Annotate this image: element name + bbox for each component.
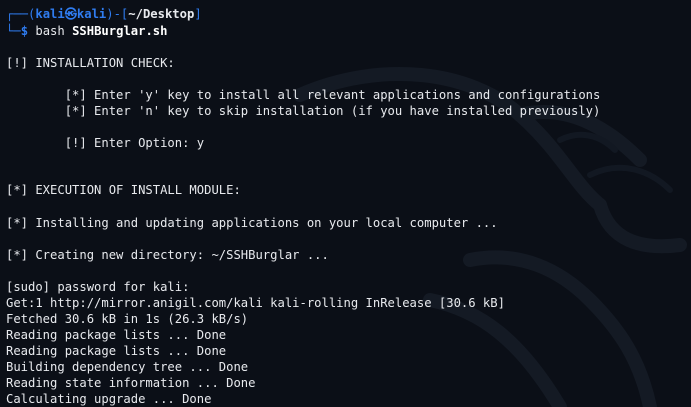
output-line: Get:1 http://mirror.anigil.com/kali kali… xyxy=(6,296,505,310)
output-line: Calculating upgrade ... Done xyxy=(6,392,212,406)
output-line: Reading package lists ... Done xyxy=(6,328,227,342)
output-line: [sudo] password for kali: xyxy=(6,280,190,294)
prompt-corner-bottom: └─ xyxy=(6,24,21,38)
prompt-corner: ┌──( xyxy=(6,7,36,21)
output-line: [!] Enter Option: y xyxy=(6,136,205,150)
command-argument: SSHBurglar.sh xyxy=(72,24,168,38)
prompt-dollar: $ xyxy=(20,24,29,38)
output-line: Reading package lists ... Done xyxy=(6,344,227,358)
prompt-path: ~/Desktop xyxy=(128,7,195,21)
output-line: [*] Enter 'y' key to install all relevan… xyxy=(6,88,601,102)
output-line: [*] EXECUTION OF INSTALL MODULE: xyxy=(6,183,241,197)
output-line: Reading state information ... Done xyxy=(6,376,256,390)
terminal-window[interactable]: ┌──(kali㉿kali)-[~/Desktop] └─$ bash SSHB… xyxy=(0,0,691,407)
output-line: [*] Enter 'n' key to skip installation (… xyxy=(6,104,601,118)
prompt-separator: )-[ xyxy=(106,7,129,21)
output-line: Building dependency tree ... Done xyxy=(6,360,249,374)
prompt-line-1: ┌──(kali㉿kali)-[~/Desktop] xyxy=(6,6,202,22)
output-line: Fetched 30.6 kB in 1s (26.3 kB/s) xyxy=(6,312,249,326)
output-line: [*] Creating new directory: ~/SSHBurglar… xyxy=(6,248,329,262)
prompt-user-host: kali㉿kali xyxy=(35,7,107,21)
output-line: [*] Installing and updating applications… xyxy=(6,216,498,230)
prompt-bracket-close: ] xyxy=(194,7,202,21)
prompt-line-2: └─$ bash SSHBurglar.sh xyxy=(6,23,167,39)
output-line: [!] INSTALLATION CHECK: xyxy=(6,56,175,70)
command-name: bash xyxy=(35,24,65,38)
